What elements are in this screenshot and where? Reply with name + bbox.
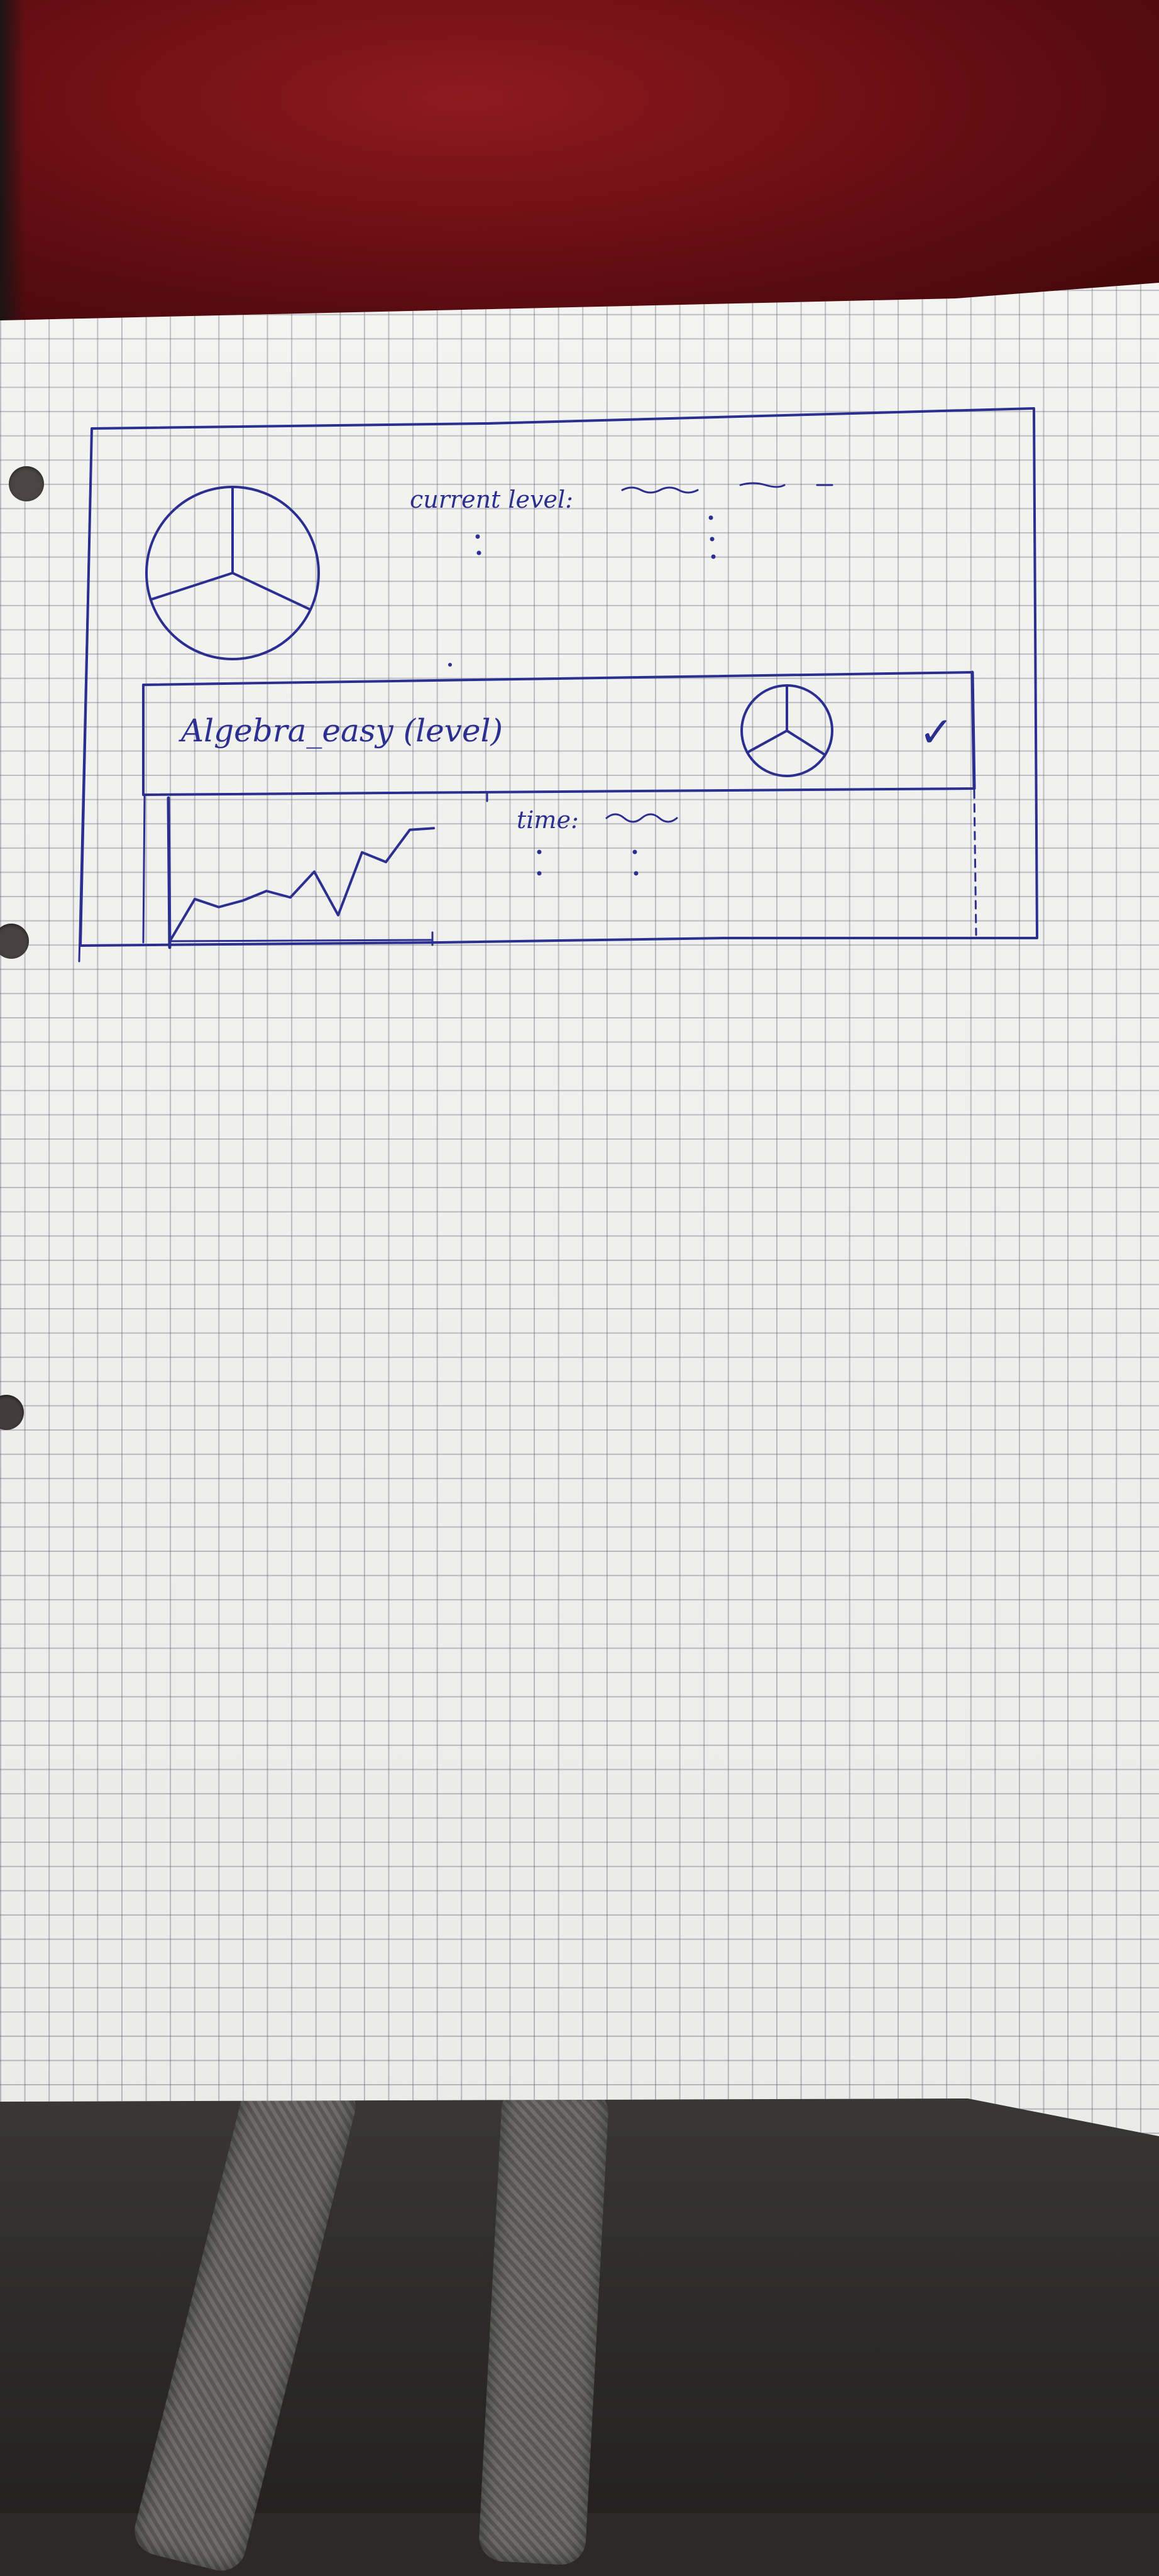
current-level-dots [475,515,716,559]
exercise-row-title: Algebra_easy (level) [179,712,503,749]
chart-x-axis [168,939,434,942]
chart-y-axis [167,796,172,949]
stray-ink-dot [448,663,452,667]
time-value-squiggle [605,813,678,823]
current-level-value-squiggle [621,486,699,494]
window-frame-left-overshoot [78,427,93,963]
large-pie-chart [145,486,320,660]
time-label: time: [517,806,579,834]
small-pie-chart [740,684,833,777]
detail-left-divider [142,794,146,944]
large-pie-slice-divider [231,572,312,611]
progress-line-chart [167,796,435,949]
time-dots [537,849,639,876]
check-mark-icon: ✓ [919,708,953,756]
ui-sketch-drawing: current level: Algebra_easy (level) ✓ ti… [78,407,1038,963]
small-pie-slice-divider [786,729,827,756]
exercise-row-right-edge [970,670,976,790]
current-level-label: current level: [410,486,573,513]
current-level-value-dash [739,482,833,488]
chart-series-line [170,827,435,941]
detail-right-dashed-edge [973,789,977,936]
large-pie-slice-divider [149,572,234,601]
small-pie-slice-divider [745,729,788,754]
